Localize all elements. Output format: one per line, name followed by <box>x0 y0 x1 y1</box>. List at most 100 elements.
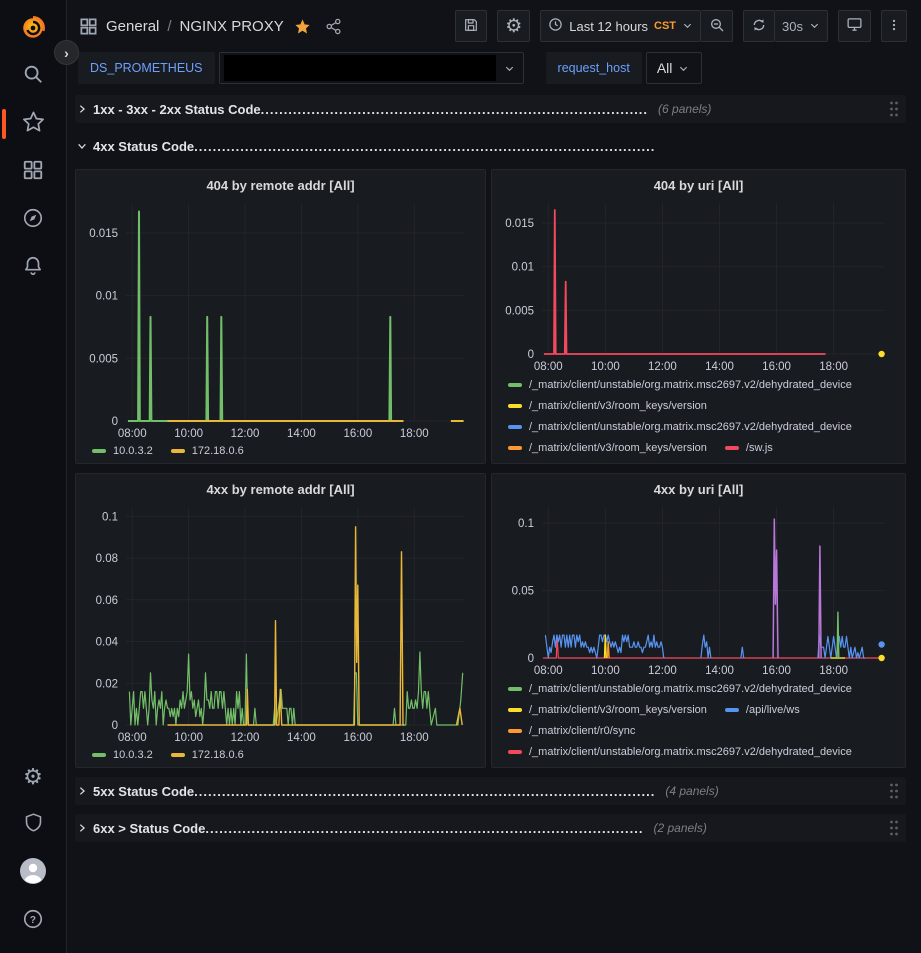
legend-item[interactable]: 10.0.3.2 <box>92 749 153 761</box>
panel-title[interactable]: 4xx by uri [All] <box>502 478 895 501</box>
legend-item[interactable]: /api/live/ws <box>725 704 800 716</box>
avatar <box>19 857 47 890</box>
legend-swatch <box>508 750 522 754</box>
breadcrumb-dashboard-title[interactable]: NGINX PROXY <box>180 18 284 35</box>
svg-text:0: 0 <box>528 349 534 361</box>
legend-item[interactable]: /_matrix/client/unstable/org.matrix.msc2… <box>508 746 852 758</box>
sidebar-item-server-admin[interactable] <box>0 801 66 849</box>
refresh-interval-picker[interactable]: 30s <box>775 10 828 42</box>
svg-text:0: 0 <box>112 416 118 428</box>
legend-label: 172.18.0.6 <box>192 749 244 761</box>
panel-4xx-by-remote-addr: 4xx by remote addr [All] 00.020.040.060.… <box>75 473 486 768</box>
legend-swatch <box>508 708 522 712</box>
time-series-chart[interactable]: 00.0050.010.01508:0010:0012:0014:0016:00… <box>86 198 475 442</box>
panel-title[interactable]: 4xx by remote addr [All] <box>86 478 475 502</box>
panel-title[interactable]: 404 by uri [All] <box>502 174 895 197</box>
kebab-menu-button[interactable] <box>881 10 907 42</box>
chevron-down-icon <box>504 63 515 74</box>
variable-select-ds-prometheus[interactable] <box>219 52 524 84</box>
svg-text:18:00: 18:00 <box>819 665 848 677</box>
star-outline-icon <box>22 110 45 138</box>
row-title: 1xx - 3xx - 2xx Status Code <box>93 102 261 117</box>
legend-item[interactable]: /_matrix/client/unstable/org.matrix.msc2… <box>508 683 852 695</box>
variable-select-request-host[interactable]: All <box>646 52 703 84</box>
dashboard-settings-button[interactable]: ⚙ <box>497 10 530 42</box>
legend-item[interactable]: /_matrix/client/v3/room_keys/version <box>508 442 707 454</box>
svg-text:14:00: 14:00 <box>705 665 734 677</box>
svg-text:?: ? <box>30 914 36 925</box>
shield-icon <box>23 812 44 838</box>
sidebar: › <box>0 0 67 953</box>
svg-text:18:00: 18:00 <box>819 361 848 373</box>
zoom-out-time-button[interactable] <box>701 10 733 42</box>
chart-svg: 00.020.040.060.080.108:0010:0012:0014:00… <box>86 502 475 745</box>
time-range-picker[interactable]: Last 12 hours CST <box>540 10 701 42</box>
favorite-star-icon[interactable] <box>294 18 311 35</box>
row-header-5xx[interactable]: 5xx Status Code ........................… <box>75 777 906 805</box>
legend-item[interactable]: /_matrix/client/v3/room_keys/version <box>508 704 707 716</box>
sidebar-item-explore[interactable] <box>0 196 66 244</box>
legend-item[interactable]: /_matrix/client/r0/sync <box>508 725 635 737</box>
row-drag-handle[interactable] <box>888 100 900 118</box>
sidebar-item-alerting[interactable] <box>0 244 66 292</box>
row-header-4xx[interactable]: 4xx Status Code ........................… <box>75 132 906 160</box>
time-series-chart[interactable]: 00.050.108:0010:0012:0014:0016:0018:00 <box>502 501 895 679</box>
breadcrumb: General / NGINX PROXY <box>106 18 284 35</box>
share-icon[interactable] <box>325 18 342 35</box>
gear-icon: ⚙ <box>23 766 43 788</box>
panel-grid-row-2: 4xx by remote addr [All] 00.020.040.060.… <box>75 473 906 768</box>
sidebar-item-starred[interactable] <box>0 100 66 148</box>
row-drag-handle[interactable] <box>888 782 900 800</box>
row-panel-count: (6 panels) <box>658 102 711 116</box>
time-series-chart[interactable]: 00.020.040.060.080.108:0010:0012:0014:00… <box>86 502 475 746</box>
svg-text:12:00: 12:00 <box>648 665 677 677</box>
legend-item[interactable]: 10.0.3.2 <box>92 445 153 457</box>
sidebar-item-configuration[interactable]: ⚙ <box>0 753 66 801</box>
legend-item[interactable]: 172.18.0.6 <box>171 445 244 457</box>
panel-title[interactable]: 404 by remote addr [All] <box>86 174 475 198</box>
tv-mode-button[interactable] <box>838 10 871 42</box>
main-area: General / NGINX PROXY <box>67 0 921 953</box>
legend-swatch <box>508 404 522 408</box>
variable-label-ds-prometheus[interactable]: DS_PROMETHEUS <box>78 52 215 84</box>
template-variables-row: DS_PROMETHEUS request_host All <box>67 52 921 90</box>
row-title-leader: ........................................… <box>261 102 648 117</box>
refresh-button[interactable] <box>743 10 775 42</box>
legend-item[interactable]: /sw.js <box>725 442 773 454</box>
sidebar-item-profile[interactable] <box>0 849 66 897</box>
legend-label: /sw.js <box>746 442 773 454</box>
legend-label: /_matrix/client/v3/room_keys/version <box>529 400 707 412</box>
time-range-label: Last 12 hours <box>569 19 648 34</box>
svg-text:0.005: 0.005 <box>505 306 534 318</box>
svg-text:0.08: 0.08 <box>96 553 118 565</box>
svg-text:14:00: 14:00 <box>705 361 734 373</box>
time-series-chart[interactable]: 00.0050.010.01508:0010:0012:0014:0016:00… <box>502 197 895 375</box>
chevron-down-icon <box>809 19 820 34</box>
row-header-1xx-3xx-2xx[interactable]: 1xx - 3xx - 2xx Status Code ............… <box>75 95 906 123</box>
chevron-right-icon <box>77 823 87 833</box>
legend-swatch <box>171 449 185 453</box>
svg-text:16:00: 16:00 <box>343 732 372 744</box>
sidebar-item-help[interactable]: ? <box>0 897 66 945</box>
row-drag-handle[interactable] <box>888 819 900 837</box>
row-title-leader: ........................................… <box>205 821 643 836</box>
legend-item[interactable]: /_matrix/client/unstable/org.matrix.msc2… <box>508 379 852 391</box>
svg-text:0.04: 0.04 <box>96 636 119 648</box>
save-dashboard-button[interactable] <box>455 10 487 42</box>
svg-text:0: 0 <box>112 720 118 732</box>
sidebar-item-dashboards[interactable] <box>0 148 66 196</box>
legend-label: /api/live/ws <box>746 704 800 716</box>
grafana-app: › <box>0 0 921 953</box>
breadcrumb-section[interactable]: General <box>106 18 159 35</box>
legend-item[interactable]: /_matrix/client/unstable/org.matrix.msc2… <box>508 421 852 433</box>
chart-legend: /_matrix/client/unstable/org.matrix.msc2… <box>502 679 895 761</box>
sidebar-expand-button[interactable]: › <box>54 40 79 65</box>
variable-label-request-host[interactable]: request_host <box>546 52 642 84</box>
legend-swatch <box>508 446 522 450</box>
svg-text:0: 0 <box>528 653 534 665</box>
legend-item[interactable]: /_matrix/client/v3/room_keys/version <box>508 400 707 412</box>
row-header-6xx[interactable]: 6xx > Status Code ......................… <box>75 814 906 842</box>
time-controls: Last 12 hours CST <box>540 10 733 42</box>
legend-item[interactable]: 172.18.0.6 <box>171 749 244 761</box>
legend-swatch <box>92 449 106 453</box>
